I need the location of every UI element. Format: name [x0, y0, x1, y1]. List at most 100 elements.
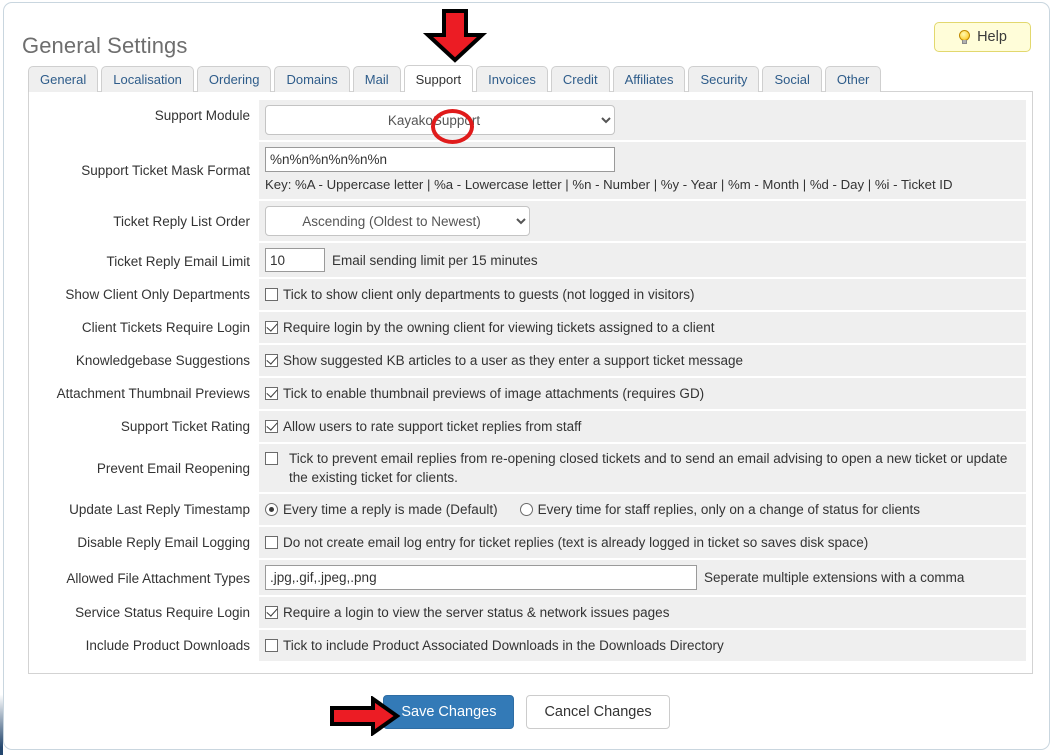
label-allowed-file-attachment-types: Allowed File Attachment Types	[37, 560, 259, 595]
include-product-downloads-checkbox[interactable]	[265, 639, 278, 652]
update-timestamp-option-2-label: Every time for staff replies, only on a …	[537, 502, 921, 517]
show-client-only-departments-checkbox[interactable]	[265, 288, 278, 301]
tab-support[interactable]: Support	[403, 65, 474, 93]
row-support-module: Support Module KayakoSupport	[37, 100, 1026, 142]
service-status-require-login-description: Require a login to view the server statu…	[283, 605, 670, 620]
save-changes-button[interactable]: Save Changes	[383, 695, 515, 729]
row-service-status-require-login: Service Status Require Login Require a l…	[37, 597, 1026, 630]
tab-label: Support	[415, 71, 462, 87]
field-knowledgebase-suggestions: Show suggested KB articles to a user as …	[259, 345, 1026, 376]
tab-localisation[interactable]: Localisation	[101, 66, 194, 92]
tab-mail[interactable]: Mail	[352, 66, 401, 92]
window-left-edge	[0, 0, 3, 755]
label-support-module: Support Module	[37, 100, 259, 140]
row-knowledgebase-suggestions: Knowledgebase Suggestions Show suggested…	[37, 345, 1026, 378]
row-disable-reply-email-logging: Disable Reply Email Logging Do not creat…	[37, 527, 1026, 560]
include-product-downloads-description: Tick to include Product Associated Downl…	[283, 638, 724, 653]
update-timestamp-option-1-label: Every time a reply is made (Default)	[283, 502, 498, 517]
support-ticket-rating-checkbox[interactable]	[265, 420, 278, 433]
service-status-require-login-checkbox[interactable]	[265, 606, 278, 619]
label-reply-list-order: Ticket Reply List Order	[37, 201, 259, 241]
tab-domains[interactable]: Domains	[274, 66, 350, 92]
field-support-ticket-rating: Allow users to rate support ticket repli…	[259, 411, 1026, 442]
label-show-client-only-departments: Show Client Only Departments	[37, 279, 259, 310]
reply-email-limit-input[interactable]	[265, 248, 325, 272]
label-service-status-require-login: Service Status Require Login	[37, 597, 259, 628]
row-show-client-only-departments: Show Client Only Departments Tick to sho…	[37, 279, 1026, 312]
row-allowed-file-attachment-types: Allowed File Attachment Types Seperate m…	[37, 560, 1026, 597]
support-ticket-rating-description: Allow users to rate support ticket repli…	[283, 419, 582, 434]
tab-invoices[interactable]: Invoices	[476, 66, 548, 92]
field-include-product-downloads: Tick to include Product Associated Downl…	[259, 630, 1026, 661]
field-reply-list-order: Ascending (Oldest to Newest)	[259, 201, 1026, 241]
tab-other[interactable]: Other	[824, 66, 882, 92]
field-client-tickets-require-login: Require login by the owning client for v…	[259, 312, 1026, 343]
field-disable-reply-email-logging: Do not create email log entry for ticket…	[259, 527, 1026, 558]
tab-social[interactable]: Social	[762, 66, 822, 92]
field-allowed-file-attachment-types: Seperate multiple extensions with a comm…	[259, 560, 1026, 595]
allowed-file-attachment-types-input[interactable]	[265, 565, 697, 590]
update-timestamp-radio-staff[interactable]	[519, 503, 533, 516]
prevent-email-reopening-checkbox[interactable]	[265, 452, 278, 465]
allowed-file-attachment-types-suffix: Seperate multiple extensions with a comm…	[704, 570, 965, 585]
support-module-select[interactable]: KayakoSupport	[265, 105, 615, 135]
tab-label: Domains	[286, 72, 338, 87]
label-client-tickets-require-login: Client Tickets Require Login	[37, 312, 259, 343]
reply-email-limit-suffix: Email sending limit per 15 minutes	[332, 252, 538, 268]
attachment-thumbnail-previews-checkbox[interactable]	[265, 387, 278, 400]
field-support-module: KayakoSupport	[259, 100, 1026, 140]
ticket-mask-format-key-note: Key: %A - Uppercase letter | %a - Lowerc…	[265, 177, 953, 192]
row-client-tickets-require-login: Client Tickets Require Login Require log…	[37, 312, 1026, 345]
tab-label: Social	[774, 72, 810, 87]
label-ticket-mask-format: Support Ticket Mask Format	[37, 142, 259, 199]
label-attachment-thumbnail-previews: Attachment Thumbnail Previews	[37, 378, 259, 409]
tab-label: Other	[836, 72, 870, 87]
cancel-changes-button[interactable]: Cancel Changes	[526, 695, 670, 729]
row-include-product-downloads: Include Product Downloads Tick to includ…	[37, 630, 1026, 661]
tab-label: Localisation	[113, 72, 182, 87]
tab-label: Invoices	[488, 72, 536, 87]
update-timestamp-radio-default[interactable]	[265, 503, 278, 516]
client-tickets-require-login-checkbox[interactable]	[265, 321, 278, 334]
page-title: General Settings	[22, 32, 188, 58]
attachment-thumbnail-previews-description: Tick to enable thumbnail previews of ima…	[283, 386, 705, 401]
row-prevent-email-reopening: Prevent Email Reopening Tick to prevent …	[37, 444, 1026, 494]
tab-general[interactable]: General	[28, 66, 99, 92]
row-attachment-thumbnail-previews: Attachment Thumbnail Previews Tick to en…	[37, 378, 1026, 411]
tab-affiliates[interactable]: Affiliates	[612, 66, 686, 92]
field-service-status-require-login: Require a login to view the server statu…	[259, 597, 1026, 628]
label-reply-email-limit: Ticket Reply Email Limit	[37, 243, 259, 277]
label-disable-reply-email-logging: Disable Reply Email Logging	[37, 527, 259, 558]
knowledgebase-suggestions-checkbox[interactable]	[265, 354, 278, 367]
field-update-last-reply-timestamp: Every time a reply is made (Default) Eve…	[259, 494, 1026, 525]
field-prevent-email-reopening: Tick to prevent email replies from re-op…	[259, 444, 1026, 492]
field-show-client-only-departments: Tick to show client only departments to …	[259, 279, 1026, 310]
ticket-mask-format-input[interactable]	[265, 147, 615, 172]
row-ticket-mask-format: Support Ticket Mask Format Key: %A - Upp…	[37, 142, 1026, 201]
tab-label: Ordering	[208, 72, 260, 87]
tab-ordering[interactable]: Ordering	[196, 66, 272, 92]
tab-credit[interactable]: Credit	[550, 66, 610, 92]
label-support-ticket-rating: Support Ticket Rating	[37, 411, 259, 442]
label-knowledgebase-suggestions: Knowledgebase Suggestions	[37, 345, 259, 376]
row-reply-list-order: Ticket Reply List Order Ascending (Oldes…	[37, 201, 1026, 243]
show-client-only-departments-description: Tick to show client only departments to …	[283, 287, 695, 302]
row-support-ticket-rating: Support Ticket Rating Allow users to rat…	[37, 411, 1026, 444]
disable-reply-email-logging-description: Do not create email log entry for ticket…	[283, 535, 869, 550]
tab-label: Mail	[364, 72, 389, 87]
page-frame: General Settings Help General Localisatio…	[3, 2, 1050, 750]
lightbulb-icon	[958, 29, 971, 45]
field-reply-email-limit: Email sending limit per 15 minutes	[259, 243, 1026, 277]
tab-label: Credit	[562, 72, 598, 87]
tab-security[interactable]: Security	[688, 66, 760, 92]
knowledgebase-suggestions-description: Show suggested KB articles to a user as …	[283, 353, 743, 368]
label-include-product-downloads: Include Product Downloads	[37, 630, 259, 661]
help-button-label: Help	[977, 29, 1007, 45]
tab-label: Affiliates	[624, 72, 674, 87]
label-prevent-email-reopening: Prevent Email Reopening	[37, 444, 259, 492]
row-reply-email-limit: Ticket Reply Email Limit Email sending l…	[37, 243, 1026, 279]
help-button[interactable]: Help	[934, 22, 1031, 52]
settings-tabs: General Localisation Ordering Domains Mail Su…	[28, 65, 882, 93]
reply-list-order-select[interactable]: Ascending (Oldest to Newest)	[265, 206, 530, 236]
disable-reply-email-logging-checkbox[interactable]	[265, 536, 278, 549]
